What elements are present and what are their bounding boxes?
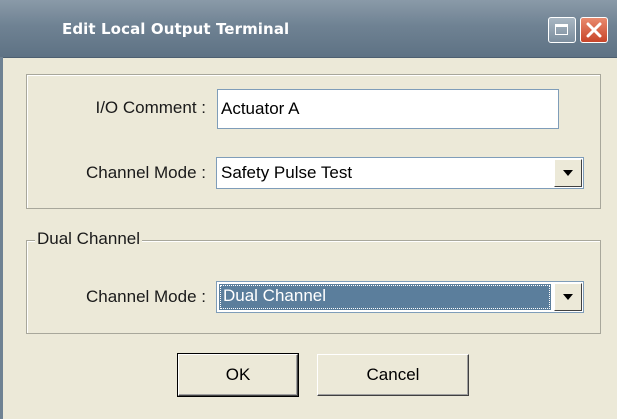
dual-channel-mode-select[interactable]: Dual Channel [216,281,584,313]
channel-mode-dropdown-button[interactable] [554,159,582,187]
maximize-button[interactable] [548,17,576,43]
chevron-down-icon [563,170,573,176]
channel-mode-value: Safety Pulse Test [221,163,353,182]
channel-mode-select[interactable]: Safety Pulse Test [216,157,584,189]
dual-channel-group-label: Dual Channel [35,229,143,249]
close-button[interactable] [580,17,608,43]
close-icon [586,22,602,38]
maximize-icon [555,24,568,35]
dual-channel-mode-value: Dual Channel [219,284,551,310]
channel-mode-label: Channel Mode : [85,163,206,182]
io-comment-input[interactable] [217,89,559,129]
window-title: Edit Local Output Terminal [62,20,290,38]
io-comment-label: I/O Comment : [95,98,206,117]
title-bar[interactable]: Edit Local Output Terminal [0,0,617,58]
chevron-down-icon [563,294,573,300]
ok-button[interactable]: OK [177,353,299,397]
dual-channel-mode-label: Channel Mode : [85,287,206,306]
edit-local-output-terminal-dialog: Edit Local Output Terminal I/O Comment :… [0,0,617,419]
window-frame-edge [0,57,3,419]
dual-channel-mode-dropdown-button[interactable] [554,283,582,311]
cancel-button[interactable]: Cancel [317,354,469,396]
